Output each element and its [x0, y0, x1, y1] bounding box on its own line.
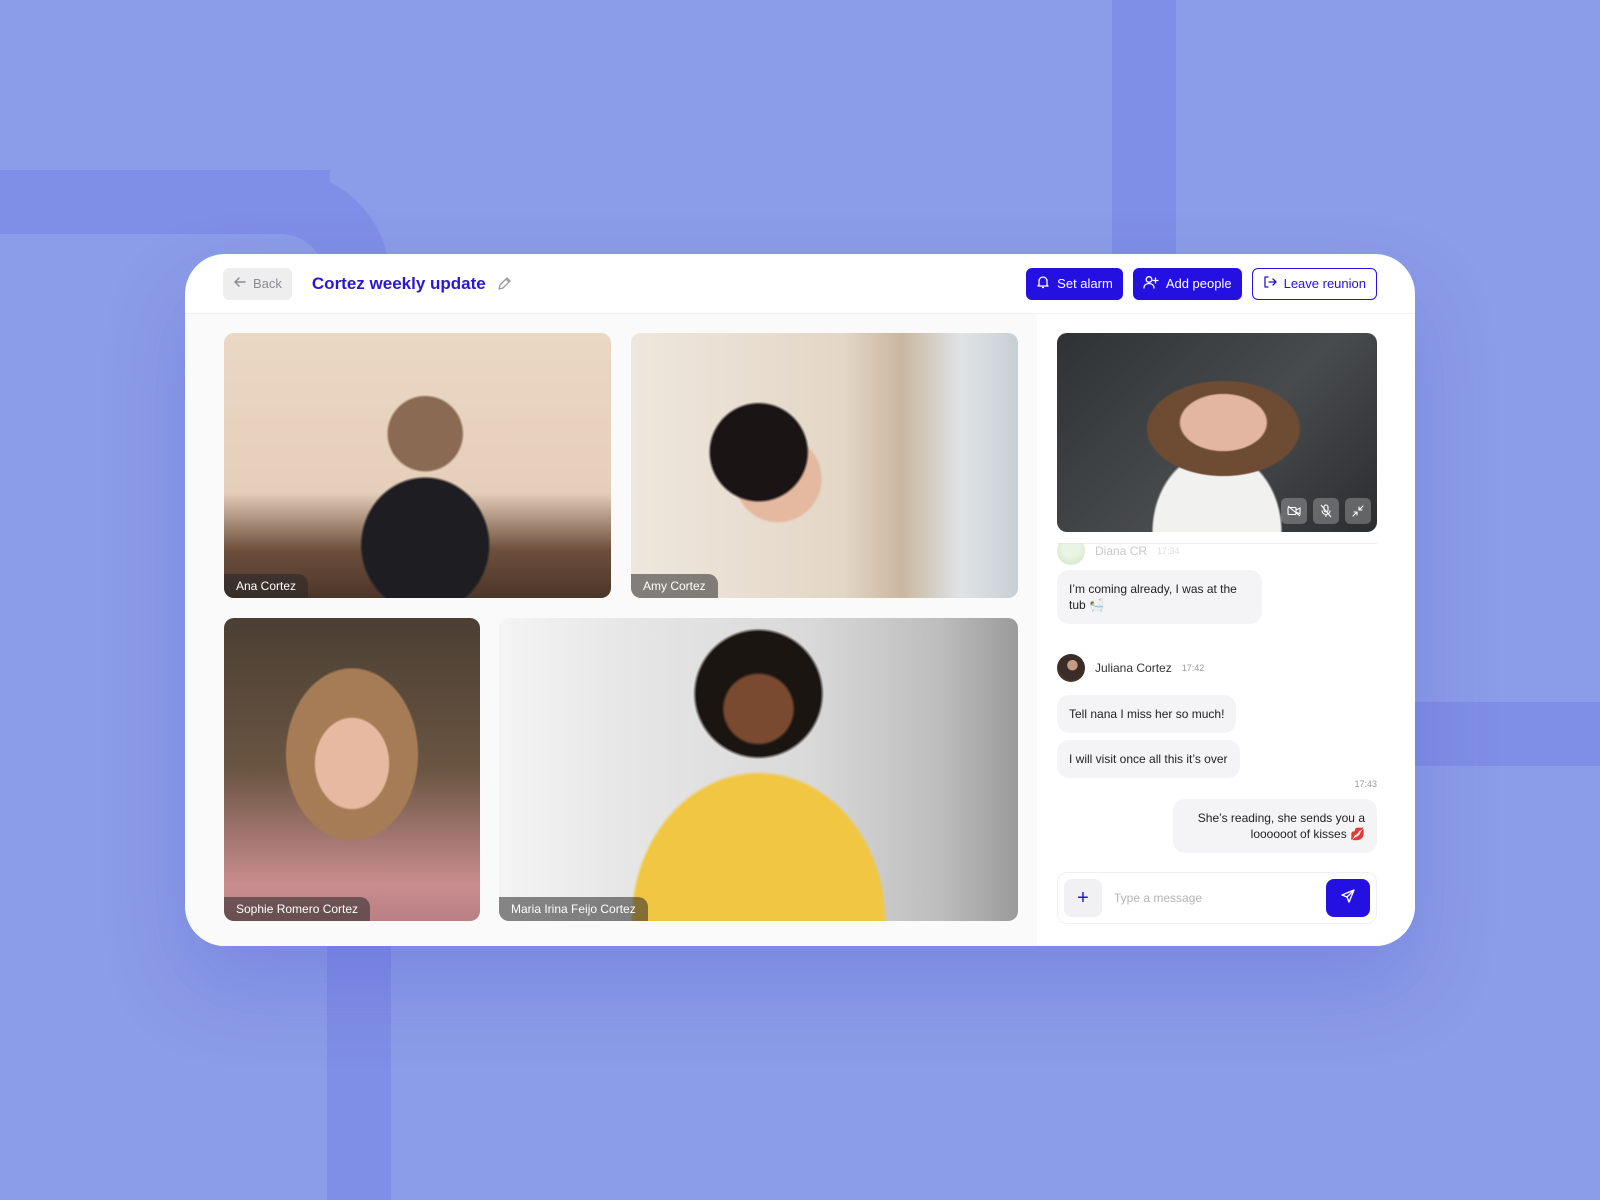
- video-off-icon[interactable]: [1281, 498, 1307, 524]
- logout-icon: [1263, 275, 1277, 292]
- participant-name: Ana Cortez: [224, 574, 309, 598]
- video-grid: Ana Cortez Amy Cortez Sophie Romero Cort…: [185, 314, 1037, 946]
- side-panel: Diana CR 17:34 I’m coming already, I was…: [1037, 314, 1415, 946]
- participant-name: Sophie Romero Cortez: [224, 897, 371, 921]
- set-alarm-button[interactable]: Set alarm: [1026, 267, 1123, 300]
- message-time: 17:34: [1157, 546, 1180, 556]
- avatar: [1057, 543, 1085, 565]
- top-bar: Back Cortez weekly update Set alarm Add …: [185, 254, 1415, 314]
- send-button[interactable]: [1326, 879, 1370, 917]
- avatar: [1057, 654, 1085, 682]
- chat-message: She’s reading, she sends you a loooooot …: [1173, 799, 1377, 853]
- leave-reunion-label: Leave reunion: [1283, 276, 1366, 291]
- participant-name: Maria Irina Feijo Cortez: [499, 897, 648, 921]
- minimize-icon[interactable]: [1345, 498, 1371, 524]
- participant-name: Amy Cortez: [631, 574, 718, 598]
- message-time: 17:43: [1354, 779, 1377, 789]
- mic-off-icon[interactable]: [1313, 498, 1339, 524]
- participant-video[interactable]: Amy Cortez: [631, 333, 1018, 598]
- back-label: Back: [253, 276, 282, 291]
- set-alarm-label: Set alarm: [1057, 276, 1113, 291]
- chat-thread: Diana CR 17:34 I’m coming already, I was…: [1057, 543, 1377, 853]
- chat-sender-header: Diana CR 17:34: [1057, 543, 1180, 565]
- send-icon: [1340, 888, 1356, 909]
- meeting-window: Back Cortez weekly update Set alarm Add …: [185, 254, 1415, 946]
- chat-message: I will visit once all this it’s over: [1057, 740, 1240, 778]
- arrow-left-icon: [233, 275, 247, 292]
- participant-video[interactable]: Sophie Romero Cortez: [224, 618, 480, 921]
- message-composer: +: [1057, 872, 1377, 924]
- chat-sender-header: Juliana Cortez 17:42: [1057, 654, 1204, 682]
- header-actions: Set alarm Add people Leave reunion: [1026, 267, 1377, 300]
- leave-reunion-button[interactable]: Leave reunion: [1251, 267, 1377, 300]
- participant-video[interactable]: Ana Cortez: [224, 333, 611, 598]
- pencil-icon[interactable]: [496, 276, 512, 292]
- chat-message: I’m coming already, I was at the tub 🛀: [1057, 570, 1262, 624]
- add-people-label: Add people: [1165, 276, 1232, 291]
- sender-name: Diana CR: [1095, 544, 1148, 558]
- self-video[interactable]: [1057, 333, 1377, 532]
- background-band: [1414, 702, 1600, 766]
- add-people-button[interactable]: Add people: [1132, 267, 1242, 300]
- chat-message: Tell nana I miss her so much!: [1057, 695, 1237, 733]
- background-band: [1112, 0, 1176, 256]
- message-input[interactable]: [1114, 891, 1326, 905]
- user-plus-icon: [1143, 275, 1159, 292]
- sender-name: Juliana Cortez: [1095, 661, 1172, 675]
- background-band: [327, 940, 391, 1200]
- participant-video[interactable]: Maria Irina Feijo Cortez: [499, 618, 1018, 921]
- meeting-title: Cortez weekly update: [311, 273, 486, 293]
- back-button[interactable]: Back: [223, 267, 292, 300]
- bell-icon: [1036, 275, 1050, 292]
- self-video-controls: [1281, 498, 1371, 524]
- message-time: 17:42: [1181, 663, 1205, 673]
- plus-icon[interactable]: +: [1064, 879, 1102, 917]
